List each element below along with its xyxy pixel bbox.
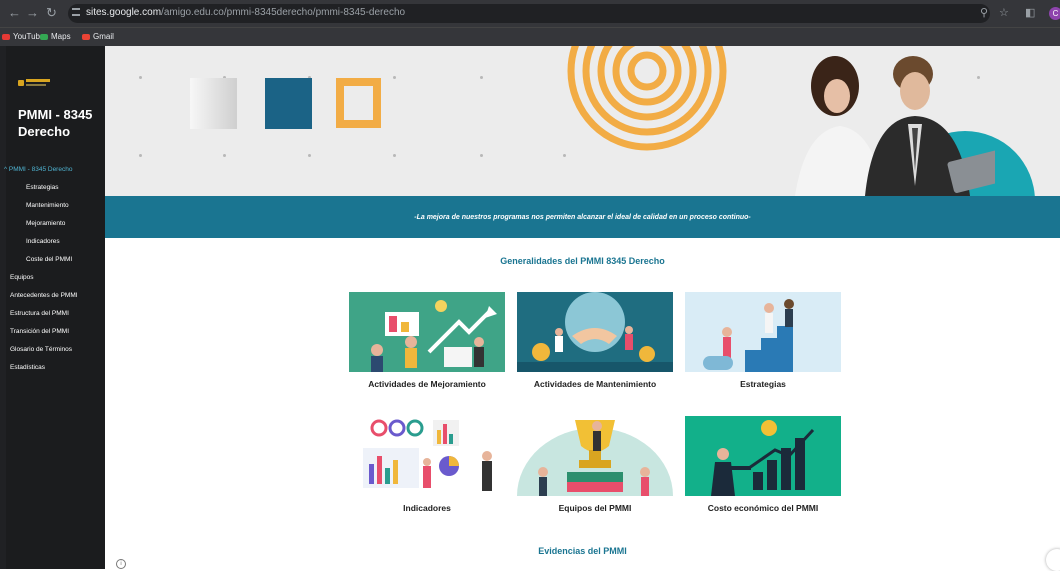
youtube-icon bbox=[2, 33, 10, 40]
sidebar-item-mantenimiento[interactable]: Mantenimiento bbox=[26, 202, 69, 209]
card-image[interactable] bbox=[517, 416, 673, 496]
card-image[interactable] bbox=[685, 416, 841, 496]
side-panel-icon[interactable]: ◧ bbox=[1025, 6, 1035, 19]
bookmark-star-icon[interactable]: ☆ bbox=[999, 6, 1009, 19]
card-label[interactable]: Indicadores bbox=[339, 503, 515, 513]
sidebar-item-glosario[interactable]: Glosario de Términos bbox=[10, 346, 72, 353]
card-image[interactable] bbox=[517, 292, 673, 372]
tagline-text: -La mejora de nuestros programas nos per… bbox=[414, 214, 751, 221]
card-image[interactable] bbox=[349, 292, 505, 372]
bookmark-maps[interactable]: Maps bbox=[40, 32, 71, 41]
url-text[interactable]: sites.google.com/amigo.edu.co/pmmi-8345d… bbox=[86, 7, 405, 18]
section-title: Generalidades del PMMI 8345 Derecho bbox=[500, 256, 665, 266]
card-label[interactable]: Costo económico del PMMI bbox=[675, 503, 851, 513]
bookmark-label: Gmail bbox=[93, 32, 114, 41]
site-sidebar: PMMI - 8345 Derecho ^ PMMI - 8345 Derech… bbox=[4, 46, 105, 569]
url-path: /amigo.edu.co/pmmi-8345derecho/pmmi-8345… bbox=[161, 7, 406, 18]
sidebar-item-antecedentes[interactable]: Antecedentes de PMMI bbox=[10, 292, 78, 299]
bookmark-gmail[interactable]: Gmail bbox=[82, 32, 114, 41]
url-host: sites.google.com bbox=[86, 7, 162, 18]
bookmarks-bar: YouTube Maps Gmail bbox=[0, 27, 1060, 46]
section-title-evidencias: Evidencias del PMMI bbox=[538, 546, 627, 556]
university-logo[interactable] bbox=[18, 78, 52, 88]
gmail-icon bbox=[82, 33, 90, 40]
people-photo bbox=[795, 56, 995, 196]
reload-icon[interactable]: ↻ bbox=[46, 6, 57, 20]
card-label[interactable]: Estrategias bbox=[675, 379, 851, 389]
maps-icon bbox=[40, 33, 48, 40]
scroll-button[interactable] bbox=[1046, 549, 1060, 571]
hero-banner bbox=[105, 46, 1060, 196]
orange-square-outline-shape bbox=[336, 78, 381, 128]
browser-toolbar: ← → ↻ sites.google.com/amigo.edu.co/pmmi… bbox=[0, 0, 1060, 27]
bookmark-youtube[interactable]: YouTube bbox=[2, 32, 44, 41]
card-label[interactable]: Actividades de Mejoramiento bbox=[339, 379, 515, 389]
zoom-icon[interactable]: ⚲ bbox=[980, 6, 988, 19]
forward-icon[interactable]: → bbox=[26, 6, 39, 20]
sidebar-item-mejoramiento[interactable]: Mejoramiento bbox=[26, 220, 65, 227]
card-label[interactable]: Actividades de Mantenimiento bbox=[507, 379, 683, 389]
sidebar-item-equipos[interactable]: Equipos bbox=[10, 274, 34, 281]
profile-avatar[interactable]: C bbox=[1049, 7, 1060, 20]
info-icon[interactable]: i bbox=[116, 559, 126, 569]
site-info-icon[interactable] bbox=[72, 8, 80, 16]
sidebar-item-coste[interactable]: Coste del PMMI bbox=[26, 256, 72, 263]
card-image[interactable] bbox=[685, 292, 841, 372]
sidebar-item-transicion[interactable]: Transición del PMMI bbox=[10, 328, 69, 335]
site-title[interactable]: PMMI - 8345 Derecho bbox=[18, 106, 103, 140]
card-image[interactable] bbox=[349, 416, 505, 496]
bookmark-label: Maps bbox=[51, 32, 71, 41]
card-label[interactable]: Equipos del PMMI bbox=[507, 503, 683, 513]
gray-square-shape bbox=[190, 78, 237, 129]
sidebar-item-home[interactable]: ^ PMMI - 8345 Derecho bbox=[4, 166, 72, 173]
concentric-rings-graphic bbox=[567, 46, 727, 151]
back-icon[interactable]: ← bbox=[8, 6, 21, 20]
sidebar-item-estructura[interactable]: Estructura del PMMI bbox=[10, 310, 69, 317]
sidebar-item-indicadores[interactable]: Indicadores bbox=[26, 238, 60, 245]
sidebar-item-estadisticas[interactable]: Estadísticas bbox=[10, 364, 45, 371]
sidebar-item-label: PMMI - 8345 Derecho bbox=[8, 166, 73, 173]
blue-square-shape bbox=[265, 78, 312, 129]
sidebar-item-estrategias[interactable]: Estrategias bbox=[26, 184, 59, 191]
tagline-bar: -La mejora de nuestros programas nos per… bbox=[105, 196, 1060, 238]
